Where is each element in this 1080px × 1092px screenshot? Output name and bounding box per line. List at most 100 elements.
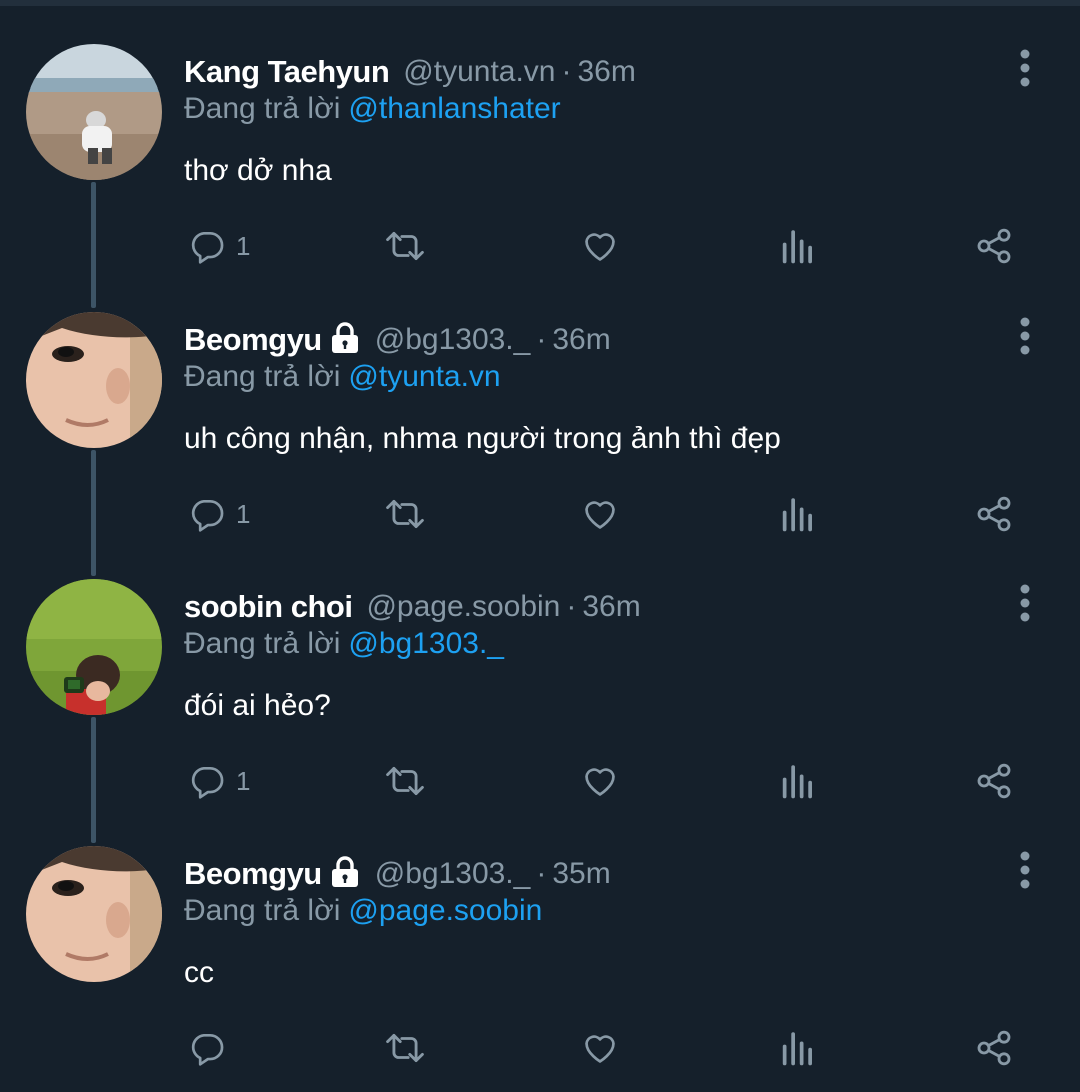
replying-to-label: Đang trả lời	[184, 92, 341, 125]
retweet-icon	[386, 766, 424, 796]
share-button[interactable]	[974, 222, 1014, 270]
analytics-button[interactable]	[780, 222, 814, 270]
retweet-button[interactable]	[382, 222, 428, 270]
analytics-button[interactable]	[780, 1024, 814, 1072]
like-button[interactable]	[580, 1024, 620, 1072]
reply-count: 1	[236, 230, 251, 261]
timestamp[interactable]: 36m	[577, 55, 635, 89]
avatar-face-closeup	[26, 312, 162, 448]
heart-icon	[585, 768, 615, 796]
lock-icon	[331, 322, 358, 353]
display-name[interactable]: soobin choi	[184, 589, 353, 625]
avatar-beach-photo	[26, 44, 162, 180]
analytics-icon	[782, 765, 812, 799]
reply-icon	[191, 766, 224, 799]
replying-to-handle[interactable]: @thanlanshater	[348, 92, 560, 125]
timestamp[interactable]: 36m	[552, 323, 610, 357]
tweet[interactable]: Beomgyu @bg1303._ · 36m Đang trả lời @tyu…	[0, 268, 1080, 535]
tweet-text: uh công nhận, nhma người trong ảnh thì đ…	[184, 422, 781, 455]
separator-dot: ·	[561, 55, 572, 88]
replying-to-label: Đang trả lời	[184, 360, 341, 393]
reply-count: 1	[236, 765, 251, 796]
avatar[interactable]	[26, 312, 162, 448]
user-handle[interactable]: @bg1303._	[375, 323, 531, 357]
replying-to-handle[interactable]: @tyunta.vn	[348, 360, 500, 393]
separator-dot: ·	[536, 323, 547, 356]
avatar[interactable]	[26, 44, 162, 180]
share-icon	[977, 763, 1011, 799]
tweet-header: Kang Taehyun @tyunta.vn · 36m	[184, 52, 636, 92]
replying-to: Đang trả lời @page.soobin	[184, 894, 542, 928]
tweet-thread-screen: Kang Taehyun @tyunta.vn · 36m Đang trả l…	[0, 0, 1080, 1092]
share-icon	[977, 1030, 1011, 1066]
retweet-button[interactable]	[382, 490, 428, 538]
reply-button[interactable]: 1	[188, 490, 250, 538]
tweet-actions	[184, 1024, 1044, 1072]
tweet-actions: 1	[184, 222, 1044, 270]
display-name[interactable]: Beomgyu	[184, 322, 322, 358]
replying-to-handle[interactable]: @bg1303._	[348, 627, 504, 660]
display-name[interactable]: Kang Taehyun	[184, 54, 390, 90]
user-handle[interactable]: @page.soobin	[366, 590, 560, 624]
replying-to: Đang trả lời @tyunta.vn	[184, 360, 501, 394]
retweet-button[interactable]	[382, 1024, 428, 1072]
replying-to: Đang trả lời @bg1303._	[184, 627, 504, 661]
retweet-icon	[386, 499, 424, 529]
share-button[interactable]	[974, 757, 1014, 805]
replying-to: Đang trả lời @thanlanshater	[184, 92, 561, 126]
tweet-text: thơ dở nha	[184, 154, 332, 187]
more-vertical-icon[interactable]	[1008, 316, 1042, 356]
reply-icon	[191, 1033, 224, 1066]
reply-icon	[191, 231, 224, 264]
analytics-icon	[782, 1032, 812, 1066]
reply-button[interactable]: 1	[188, 222, 250, 270]
replying-to-handle[interactable]: @page.soobin	[348, 894, 542, 927]
avatar-face-closeup	[26, 846, 162, 982]
tweet-text: cc	[184, 956, 214, 989]
like-button[interactable]	[580, 222, 620, 270]
like-button[interactable]	[580, 490, 620, 538]
user-handle[interactable]: @bg1303._	[375, 857, 531, 891]
reply-button[interactable]	[188, 1024, 236, 1072]
reply-button[interactable]: 1	[188, 757, 250, 805]
share-button[interactable]	[974, 1024, 1014, 1072]
analytics-button[interactable]	[780, 757, 814, 805]
timestamp[interactable]: 35m	[552, 857, 610, 891]
more-vertical-icon[interactable]	[1008, 48, 1042, 88]
avatar[interactable]	[26, 846, 162, 982]
tweet-actions: 1	[184, 757, 1044, 805]
replying-to-label: Đang trả lời	[184, 894, 341, 927]
tweet[interactable]: soobin choi @page.soobin · 36m Đang trả …	[0, 535, 1080, 802]
tweet-header: Beomgyu @bg1303._ · 35m	[184, 854, 611, 894]
avatar-grass-camera-photo	[26, 579, 162, 715]
more-vertical-icon[interactable]	[1008, 850, 1042, 890]
reply-count: 1	[236, 498, 251, 529]
share-icon	[977, 228, 1011, 264]
retweet-icon	[386, 1033, 424, 1063]
tweet[interactable]: Kang Taehyun @tyunta.vn · 36m Đang trả l…	[0, 0, 1080, 267]
like-button[interactable]	[580, 757, 620, 805]
retweet-button[interactable]	[382, 757, 428, 805]
timestamp[interactable]: 36m	[582, 590, 640, 624]
share-button[interactable]	[974, 490, 1014, 538]
tweet-header: soobin choi @page.soobin · 36m	[184, 587, 641, 627]
avatar[interactable]	[26, 579, 162, 715]
analytics-button[interactable]	[780, 490, 814, 538]
share-icon	[977, 496, 1011, 532]
replying-to-label: Đang trả lời	[184, 627, 341, 660]
tweet-actions: 1	[184, 490, 1044, 538]
tweet[interactable]: Beomgyu @bg1303._ · 35m Đang trả lời @pag…	[0, 802, 1080, 1069]
tweet-header: Beomgyu @bg1303._ · 36m	[184, 320, 611, 360]
retweet-icon	[386, 231, 424, 261]
analytics-icon	[782, 230, 812, 264]
separator-dot: ·	[536, 857, 547, 890]
heart-icon	[585, 501, 615, 529]
heart-icon	[585, 233, 615, 261]
more-vertical-icon[interactable]	[1008, 583, 1042, 623]
analytics-icon	[782, 498, 812, 532]
user-handle[interactable]: @tyunta.vn	[403, 55, 555, 89]
display-name[interactable]: Beomgyu	[184, 856, 322, 892]
separator-dot: ·	[566, 590, 577, 623]
heart-icon	[585, 1035, 615, 1063]
tweet-text: đói ai hẻo?	[184, 689, 331, 722]
